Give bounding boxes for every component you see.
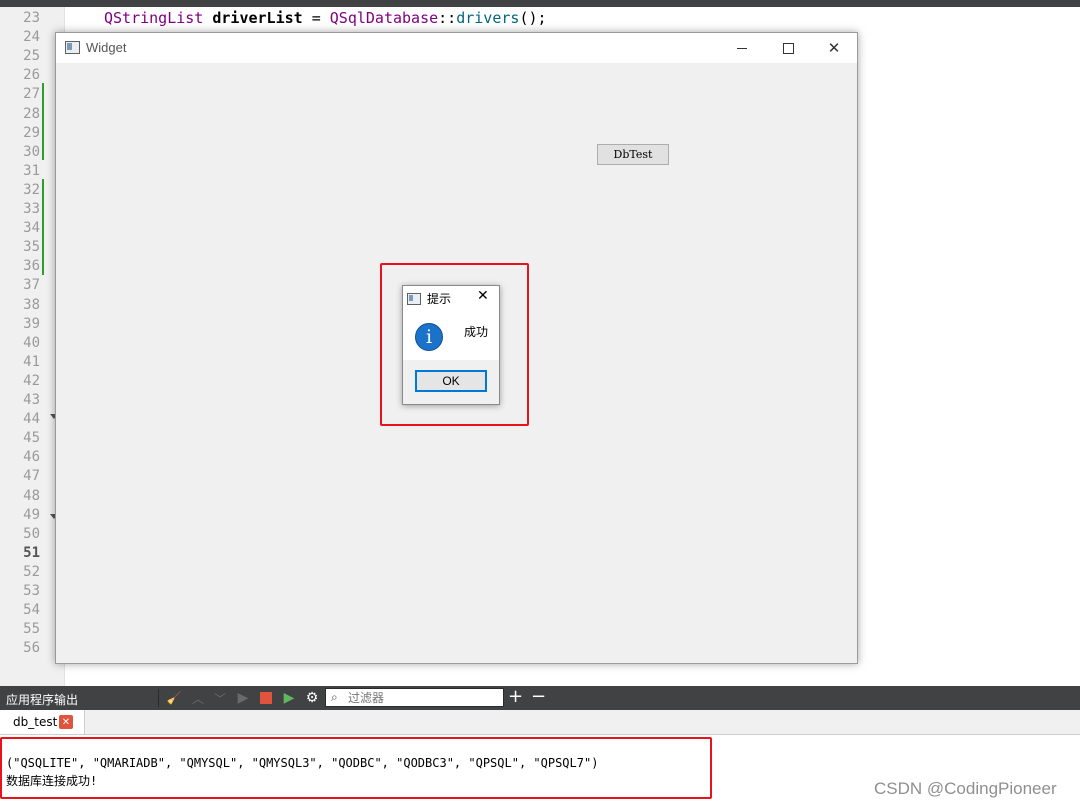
filter-field[interactable]: ⌕ bbox=[325, 688, 504, 707]
line-number: 36 bbox=[23, 258, 40, 275]
editor-tab-strip bbox=[0, 0, 1080, 7]
line-number: 55 bbox=[23, 621, 40, 638]
message-box-footer: OK bbox=[403, 360, 499, 404]
debug-run-icon[interactable]: ▶ bbox=[280, 689, 298, 707]
settings-icon[interactable]: ⚙ bbox=[303, 689, 321, 707]
line-number: 43 bbox=[23, 392, 40, 408]
line-number: 41 bbox=[23, 353, 40, 370]
line-number: 47 bbox=[23, 468, 40, 485]
message-box: 提示 ✕ i 成功 OK bbox=[402, 285, 500, 405]
code-type: QStringList bbox=[104, 9, 204, 27]
code-variable: driverList bbox=[212, 9, 303, 27]
line-number: 26 bbox=[23, 67, 40, 84]
line-number: 37 bbox=[23, 277, 40, 294]
plus-icon[interactable]: + bbox=[508, 686, 523, 707]
filter-input[interactable] bbox=[348, 690, 498, 705]
widget-title: Widget bbox=[86, 40, 127, 55]
widget-titlebar[interactable]: Widget ✕ bbox=[56, 33, 857, 63]
line-number: 49 bbox=[23, 506, 40, 523]
line-number: 31 bbox=[23, 162, 40, 179]
search-icon: ⌕ bbox=[331, 690, 338, 704]
minimize-icon bbox=[737, 47, 747, 49]
line-number: 48 bbox=[23, 487, 40, 504]
line-number: 46 bbox=[23, 449, 40, 466]
ok-button[interactable]: OK bbox=[415, 370, 487, 392]
line-number: 23 bbox=[23, 10, 40, 26]
close-icon[interactable]: ✕ bbox=[59, 715, 73, 729]
code-function: drivers bbox=[456, 9, 520, 27]
message-box-title: 提示 bbox=[427, 292, 452, 306]
line-number: 50 bbox=[23, 525, 40, 542]
tab-label: db_test bbox=[13, 715, 58, 729]
line-number: 30 bbox=[23, 143, 40, 160]
close-icon: ✕ bbox=[827, 39, 841, 57]
line-number: 51 bbox=[23, 544, 40, 561]
code-class: QSqlDatabase bbox=[329, 9, 439, 27]
change-marker bbox=[42, 83, 44, 160]
output-pane-title: 应用程序输出 bbox=[6, 693, 79, 707]
up-arrow-icon[interactable]: ︿ bbox=[189, 689, 207, 707]
close-button[interactable]: ✕ bbox=[811, 33, 857, 63]
line-number: 56 bbox=[23, 640, 40, 657]
line-number: 44 bbox=[23, 411, 40, 428]
line-number: 54 bbox=[23, 602, 40, 619]
toolbar-separator bbox=[158, 689, 159, 707]
line-number: 52 bbox=[23, 563, 40, 580]
clear-icon[interactable]: 🧹 bbox=[165, 689, 183, 707]
line-number: 40 bbox=[23, 334, 40, 351]
stop-icon[interactable] bbox=[257, 689, 275, 707]
window-app-icon bbox=[65, 41, 80, 54]
dbtest-button[interactable]: DbTest bbox=[597, 144, 669, 165]
highlight-box bbox=[0, 737, 712, 799]
message-text: 成功 bbox=[464, 325, 489, 339]
line-number: 24 bbox=[23, 29, 40, 46]
run-icon[interactable]: ▶ bbox=[234, 689, 252, 707]
code-line[interactable]: QStringList driverList = QSqlDatabase::d… bbox=[104, 9, 547, 27]
line-number: 42 bbox=[23, 372, 40, 389]
line-number: 39 bbox=[23, 315, 40, 332]
line-number: 34 bbox=[23, 220, 40, 237]
output-tab-row: db_test ✕ bbox=[0, 710, 1080, 735]
line-number: 38 bbox=[23, 296, 40, 313]
minimize-button[interactable] bbox=[719, 33, 765, 63]
tab-db-test[interactable]: db_test ✕ bbox=[0, 710, 85, 734]
line-number: 27 bbox=[23, 86, 40, 103]
output-toolbar: 应用程序输出 🧹 ︿ ﹀ ▶ ▶ ⚙ ⌕ + − bbox=[0, 686, 1080, 710]
maximize-icon bbox=[782, 42, 794, 54]
line-number: 33 bbox=[23, 201, 40, 217]
line-number: 29 bbox=[23, 124, 40, 141]
line-number: 25 bbox=[23, 48, 40, 65]
close-icon[interactable]: ✕ bbox=[477, 288, 489, 304]
info-icon: i bbox=[415, 323, 443, 351]
line-number: 45 bbox=[23, 430, 40, 447]
line-number: 32 bbox=[23, 181, 40, 198]
minus-icon[interactable]: − bbox=[531, 686, 546, 707]
window-app-icon bbox=[407, 293, 421, 305]
watermark: CSDN @CodingPioneer bbox=[874, 779, 1057, 798]
change-marker bbox=[42, 179, 44, 275]
line-number: 53 bbox=[23, 583, 40, 599]
line-number: 28 bbox=[23, 105, 40, 122]
maximize-button[interactable] bbox=[765, 33, 811, 63]
down-arrow-icon[interactable]: ﹀ bbox=[211, 689, 229, 707]
line-number: 35 bbox=[23, 239, 40, 256]
